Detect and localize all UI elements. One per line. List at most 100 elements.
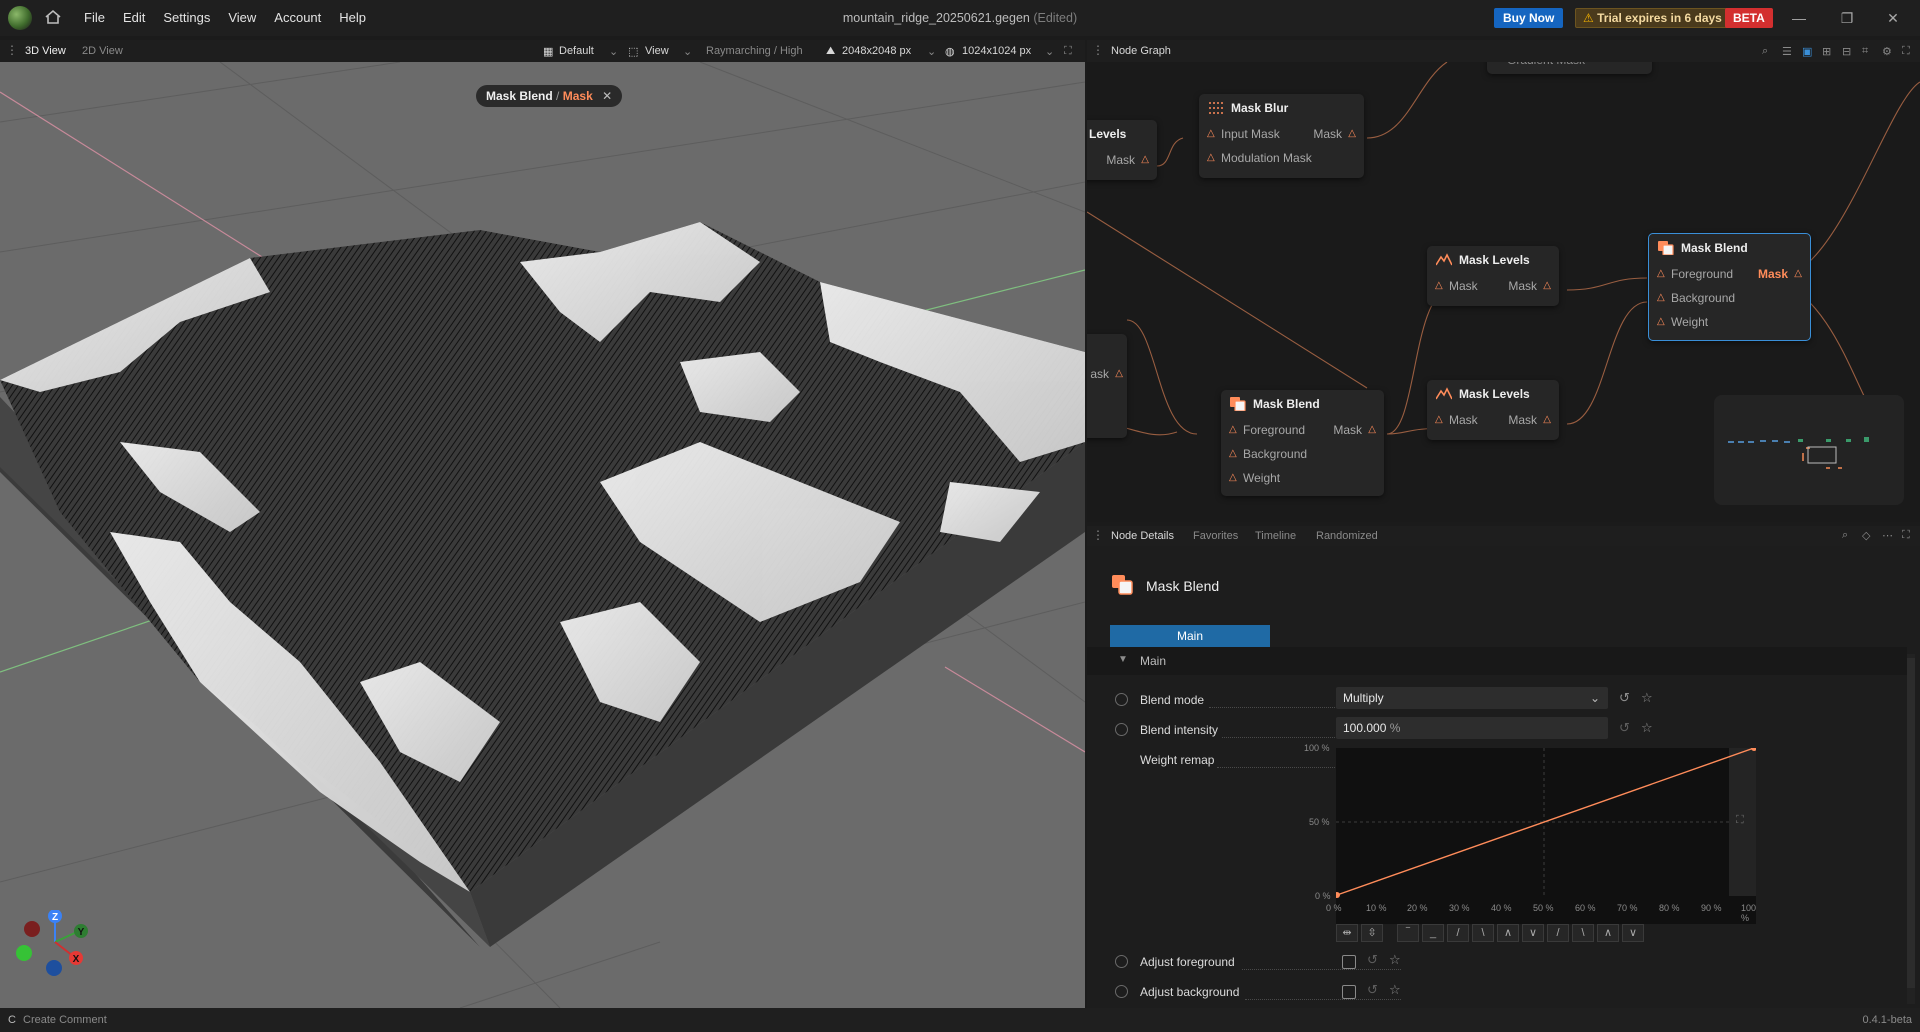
node-levels[interactable]: Levels Mask △ [1087, 120, 1157, 180]
output-breadcrumb[interactable]: Mask Blend / Mask ✕ [476, 85, 623, 107]
fullscreen-icon[interactable]: ⛶ [1902, 529, 1910, 542]
node-port[interactable]: △ Mask Mask △ [1427, 274, 1559, 298]
reset-icon[interactable]: ↺ [1619, 690, 1630, 706]
expose-radio[interactable] [1115, 723, 1128, 736]
close-icon[interactable]: ✕ [602, 89, 612, 103]
adjust-background-checkbox[interactable] [1342, 985, 1356, 999]
grid-icon[interactable]: ⊞ [1822, 45, 1831, 58]
settings-icon[interactable]: ⚙ [1882, 45, 1892, 58]
output-resolution-select[interactable]: 1024x1024 px [962, 45, 1031, 57]
node-port[interactable]: △ Background [1649, 286, 1810, 310]
expose-radio[interactable] [1115, 693, 1128, 706]
tab-2d-view[interactable]: 2D View [82, 45, 123, 57]
tab-timeline[interactable]: Timeline [1255, 530, 1296, 542]
node-port[interactable]: △ Foreground Mask △ [1649, 262, 1810, 286]
node-mask-blend[interactable]: Mask Blend △ Foreground Mask △ △ Backgro… [1221, 390, 1384, 496]
expand-icon[interactable]: ⛶ [1736, 814, 1744, 827]
scrollbar[interactable] [1907, 654, 1915, 1004]
chevron-down-icon[interactable]: ⌄ [609, 45, 618, 58]
preset-ramp-down-icon[interactable]: \ [1572, 924, 1594, 942]
node-port[interactable]: △ Weight [1221, 466, 1384, 490]
chevron-down-icon[interactable]: ⌄ [927, 45, 936, 58]
preset-linear-icon[interactable]: / [1447, 924, 1469, 942]
render-mode-select[interactable]: Raymarching / High [706, 45, 803, 57]
weight-remap-curve[interactable]: ⛶ [1336, 748, 1756, 924]
node-port[interactable]: ask △ [1087, 362, 1127, 386]
search-icon[interactable]: ⌕ [1762, 45, 1768, 58]
fullscreen-icon[interactable]: ⛶ [1064, 45, 1072, 58]
drag-handle-icon[interactable]: ⋮ [6, 43, 18, 57]
flip-vertical-icon[interactable]: ⇳ [1361, 924, 1383, 942]
node-partial[interactable]: ask △ [1087, 334, 1127, 438]
diamond-icon[interactable]: ◇ [1862, 529, 1870, 542]
drag-handle-icon[interactable]: ⋮ [1092, 43, 1104, 57]
node-port[interactable]: Mask △ [1087, 148, 1157, 172]
node-graph-canvas[interactable]: Gradient Mask Levels Mask △ Mask Blur △ … [1087, 62, 1920, 522]
preset-flat-low-icon[interactable]: _ [1422, 924, 1444, 942]
expose-radio[interactable] [1115, 985, 1128, 998]
preset-bump-icon[interactable]: ∧ [1597, 924, 1619, 942]
reset-icon[interactable]: ↺ [1367, 952, 1378, 968]
preset-ramp-up-icon[interactable]: / [1547, 924, 1569, 942]
adjust-foreground-checkbox[interactable] [1342, 955, 1356, 969]
menu-help[interactable]: Help [330, 10, 375, 25]
maximize-icon[interactable]: ❐ [1838, 9, 1856, 27]
menu-edit[interactable]: Edit [114, 10, 154, 25]
tab-3d-view[interactable]: 3D View [25, 45, 66, 57]
preset-inverse-icon[interactable]: \ [1472, 924, 1494, 942]
preset-dip-icon[interactable]: ∨ [1622, 924, 1644, 942]
close-window-icon[interactable]: ✕ [1884, 9, 1902, 27]
buy-now-button[interactable]: Buy Now [1494, 8, 1564, 28]
reset-icon[interactable]: ↺ [1619, 720, 1630, 736]
node-port[interactable]: △ Weight [1649, 310, 1810, 334]
chevron-down-icon[interactable]: ⌄ [1045, 45, 1054, 58]
beta-badge[interactable]: BETA [1725, 8, 1773, 28]
reset-icon[interactable]: ↺ [1367, 982, 1378, 998]
menu-file[interactable]: File [75, 10, 114, 25]
section-main[interactable]: ▼ Main [1087, 647, 1907, 675]
blend-intensity-input[interactable]: 100.000 % [1336, 717, 1608, 739]
home-icon[interactable] [44, 8, 62, 26]
expose-radio[interactable] [1115, 955, 1128, 968]
favorite-star-icon[interactable]: ☆ [1641, 720, 1653, 736]
tab-main[interactable]: Main [1110, 625, 1270, 647]
3d-viewport[interactable]: Mask Blend / Mask ✕ Z Y X [0, 62, 1085, 1008]
tab-node-details[interactable]: Node Details [1111, 530, 1174, 542]
layout-icon[interactable]: ▣ [1802, 45, 1812, 58]
favorite-star-icon[interactable]: ☆ [1641, 690, 1653, 706]
create-comment-button[interactable]: Create Comment [23, 1014, 107, 1026]
camera-preset-select[interactable]: Default [559, 45, 594, 57]
view-menu[interactable]: View [645, 45, 669, 57]
tab-favorites[interactable]: Favorites [1193, 530, 1238, 542]
node-port[interactable]: △ Input Mask Mask △ [1199, 122, 1364, 146]
search-icon[interactable]: ⌕ [1842, 529, 1848, 542]
node-port[interactable]: △ Mask Mask △ [1427, 408, 1559, 432]
node-mask-blend-selected[interactable]: Mask Blend △ Foreground Mask △ △ Backgro… [1648, 233, 1811, 341]
node-mask-levels[interactable]: Mask Levels △ Mask Mask △ [1427, 246, 1559, 306]
node-mask-levels[interactable]: Mask Levels △ Mask Mask △ [1427, 380, 1559, 440]
graph-minimap[interactable] [1714, 395, 1904, 505]
preset-peak-icon[interactable]: ∧ [1497, 924, 1519, 942]
axis-gizmo[interactable]: Z Y X [13, 910, 93, 990]
node-port[interactable]: △ Modulation Mask [1199, 146, 1364, 170]
minimize-icon[interactable]: — [1790, 9, 1808, 27]
menu-view[interactable]: View [219, 10, 265, 25]
list-icon[interactable]: ☰ [1782, 45, 1792, 58]
snap-icon[interactable]: ⊟ [1842, 45, 1851, 58]
scrollbar-thumb[interactable] [1907, 658, 1915, 988]
favorite-star-icon[interactable]: ☆ [1389, 952, 1401, 968]
favorite-star-icon[interactable]: ☆ [1389, 982, 1401, 998]
more-icon[interactable]: ⋯ [1882, 529, 1893, 542]
tab-randomized[interactable]: Randomized [1316, 530, 1378, 542]
blend-mode-select[interactable]: Multiply ⌄ [1336, 687, 1608, 709]
preset-flat-high-icon[interactable]: ‾ [1397, 924, 1419, 942]
frame-all-icon[interactable]: ⌗ [1862, 45, 1868, 58]
terrain-resolution-select[interactable]: 2048x2048 px [842, 45, 911, 57]
chevron-down-icon[interactable]: ⌄ [683, 45, 692, 58]
preset-valley-icon[interactable]: ∨ [1522, 924, 1544, 942]
drag-handle-icon[interactable]: ⋮ [1092, 528, 1104, 542]
menu-settings[interactable]: Settings [154, 10, 219, 25]
flip-horizontal-icon[interactable]: ⇹ [1336, 924, 1358, 942]
node-port[interactable]: △ Foreground Mask △ [1221, 418, 1384, 442]
node-port[interactable]: △ Background [1221, 442, 1384, 466]
